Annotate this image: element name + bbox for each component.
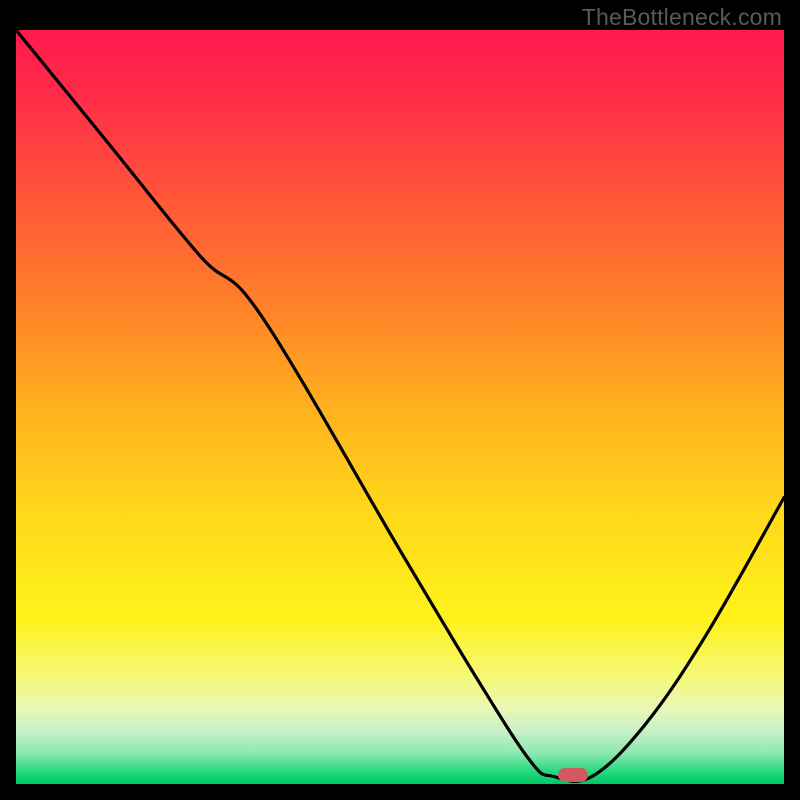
optimal-point-marker	[558, 768, 588, 782]
watermark-text: TheBottleneck.com	[582, 4, 782, 31]
chart-frame	[16, 30, 784, 784]
chart-curve	[16, 30, 784, 784]
